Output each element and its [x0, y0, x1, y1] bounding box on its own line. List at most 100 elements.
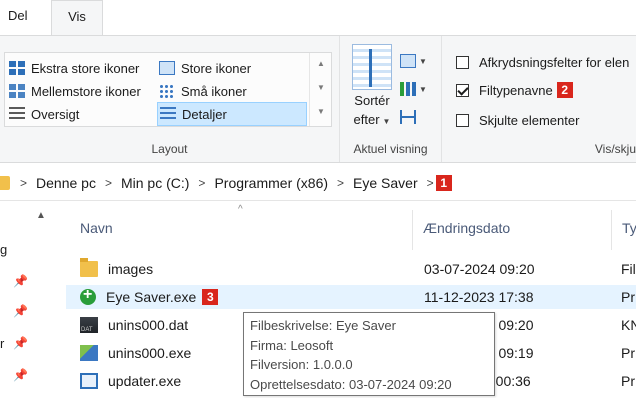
details-icon	[160, 107, 176, 121]
sort-by-button[interactable]: Sortér efter ▼	[350, 44, 394, 144]
file-row[interactable]: Eye Saver.exe 3 11-12-2023 17:38 Pr	[66, 285, 636, 309]
hidden-items-toggle[interactable]: Skjulte elementer	[456, 110, 579, 130]
breadcrumb-eye-saver[interactable]: Eye Saver	[353, 175, 418, 191]
installer-icon	[80, 345, 98, 361]
add-columns-icon	[400, 82, 416, 96]
file-name-cell: Eye Saver.exe 3	[80, 286, 219, 305]
tab-vis[interactable]: Vis	[51, 0, 103, 36]
annotation-badge: 1	[435, 174, 452, 191]
add-columns-button[interactable]: ▼	[400, 78, 430, 100]
item-checkboxes-toggle[interactable]: Afkrydsningsfelter for elen	[456, 52, 629, 72]
column-date-modified[interactable]: Ændringsdato	[423, 220, 510, 236]
layout-extra-large-icons[interactable]: Ekstra store ikoner	[9, 57, 139, 79]
file-name-cell: images	[80, 258, 154, 277]
group-by-button[interactable]: ▼	[400, 50, 430, 72]
breadcrumb-program-files[interactable]: Programmer (x86)	[214, 175, 328, 191]
tooltip-company: Firma: Leosoft	[250, 337, 334, 353]
file-type: Pr	[621, 289, 635, 305]
ribbon: Ekstra store ikoner Store ikoner Mellems…	[0, 35, 636, 163]
sort-label-line1: Sortér	[354, 93, 390, 108]
scroll-up-icon[interactable]: ▲	[317, 59, 325, 68]
small-icons-icon	[159, 84, 175, 98]
sort-ascending-icon: ^	[238, 204, 243, 215]
layout-item-label: Oversigt	[31, 106, 80, 122]
address-bar[interactable]: > Denne pc > Min pc (C:) > Programmer (x…	[0, 165, 636, 201]
file-name: unins000.dat	[108, 317, 189, 333]
chevron-right-icon[interactable]: >	[427, 176, 434, 190]
layout-item-label: Detaljer	[182, 106, 227, 122]
layout-large-icons[interactable]: Store ikoner	[159, 57, 251, 79]
checkbox[interactable]	[456, 113, 469, 127]
current-view-group-label: Aktuel visning	[353, 142, 428, 156]
chevron-right-icon[interactable]: >	[20, 176, 27, 190]
window-app-icon	[80, 373, 98, 389]
scroll-down-icon[interactable]: ▼	[317, 83, 325, 92]
show-hide-group-label: Vis/skju	[594, 142, 636, 156]
column-header: ^ Navn Ændringsdato Ty	[66, 202, 636, 252]
large-icons-icon	[159, 61, 175, 75]
file-info-tooltip: Filbeskrivelse: Eye Saver Firma: Leosoft…	[243, 312, 495, 396]
layout-group-label: Layout	[151, 142, 188, 156]
file-type: Pr	[621, 345, 635, 361]
chevron-down-icon: ▼	[419, 84, 427, 94]
column-type[interactable]: Ty	[622, 220, 636, 236]
layout-small-icons[interactable]: Små ikoner	[159, 80, 247, 102]
extra-large-icons-icon	[9, 61, 25, 75]
breadcrumb-this-pc[interactable]: Denne pc	[36, 175, 96, 191]
pin-icon[interactable]: 📌	[13, 336, 28, 350]
breadcrumb-drive-c[interactable]: Min pc (C:)	[121, 175, 189, 191]
file-extensions-toggle[interactable]: Filtypenavne 2	[456, 80, 573, 100]
layout-gallery: Ekstra store ikoner Store ikoner Mellems…	[4, 52, 332, 127]
file-date: 03-07-2024 09:20	[424, 261, 535, 277]
tab-del[interactable]: Del	[8, 8, 28, 23]
folder-icon	[80, 258, 98, 277]
checkbox-label: Afkrydsningsfelter for elen	[479, 54, 630, 70]
nav-item-fragment[interactable]: r	[0, 336, 4, 351]
dat-file-icon	[80, 317, 98, 333]
file-name-cell: unins000.dat	[80, 317, 188, 333]
app-icon	[80, 286, 96, 305]
size-columns-button[interactable]	[400, 106, 430, 128]
layout-item-label: Store ikoner	[181, 60, 252, 76]
layout-group: Ekstra store ikoner Store ikoner Mellems…	[0, 36, 340, 162]
checkbox-label: Skjulte elementer	[479, 112, 580, 128]
layout-gallery-scroll[interactable]: ▲ ▼ ▼	[309, 53, 331, 126]
file-row[interactable]: images 03-07-2024 09:20 Fil	[66, 257, 636, 281]
column-divider[interactable]	[611, 210, 612, 250]
pin-icon[interactable]: 📌	[13, 274, 28, 288]
file-name: images	[108, 261, 154, 277]
nav-item-fragment[interactable]: g	[0, 242, 7, 257]
scroll-up-icon[interactable]: ▲	[36, 210, 46, 221]
show-hide-group: Afkrydsningsfelter for elen Filtypenavne…	[442, 36, 636, 162]
file-name: Eye Saver.exe	[106, 289, 197, 305]
current-view-group: Sortér efter ▼ ▼ ▼ Aktuel visning	[340, 36, 442, 162]
layout-medium-icons[interactable]: Mellemstore ikoner	[9, 80, 141, 102]
chevron-down-icon: ▼	[382, 117, 391, 126]
file-name: updater.exe	[108, 373, 182, 389]
file-type: Pr	[621, 373, 635, 389]
layout-item-label: Mellemstore ikoner	[31, 83, 141, 99]
column-name[interactable]: Navn	[80, 220, 113, 236]
chevron-down-icon: ▼	[419, 56, 427, 66]
pin-icon[interactable]: 📌	[13, 368, 28, 382]
chevron-right-icon[interactable]: >	[198, 176, 205, 190]
chevron-right-icon[interactable]: >	[105, 176, 112, 190]
folder-icon	[0, 175, 10, 190]
tooltip-description: Filbeskrivelse: Eye Saver	[250, 318, 396, 333]
gallery-expand-icon[interactable]: ▼	[317, 107, 325, 116]
sort-icon	[352, 44, 392, 90]
column-divider[interactable]	[412, 210, 413, 250]
layout-details[interactable]: Detaljer	[157, 102, 307, 126]
checkbox-label: Filtypenavne	[479, 82, 553, 98]
checkbox[interactable]	[456, 55, 469, 69]
layout-item-label: Ekstra store ikoner	[31, 60, 140, 76]
tooltip-version: Filversion: 1.0.0.0	[250, 357, 353, 372]
pin-icon[interactable]: 📌	[13, 304, 28, 318]
file-name-cell: updater.exe	[80, 373, 181, 389]
chevron-right-icon[interactable]: >	[337, 176, 344, 190]
annotation-badge: 3	[202, 289, 219, 305]
file-date: 11-12-2023 17:38	[424, 289, 534, 305]
layout-list[interactable]: Oversigt	[9, 103, 79, 125]
navigation-pane: ▲ g 📌 📌 r 📌 📌	[0, 202, 56, 398]
checkbox[interactable]	[456, 83, 469, 97]
